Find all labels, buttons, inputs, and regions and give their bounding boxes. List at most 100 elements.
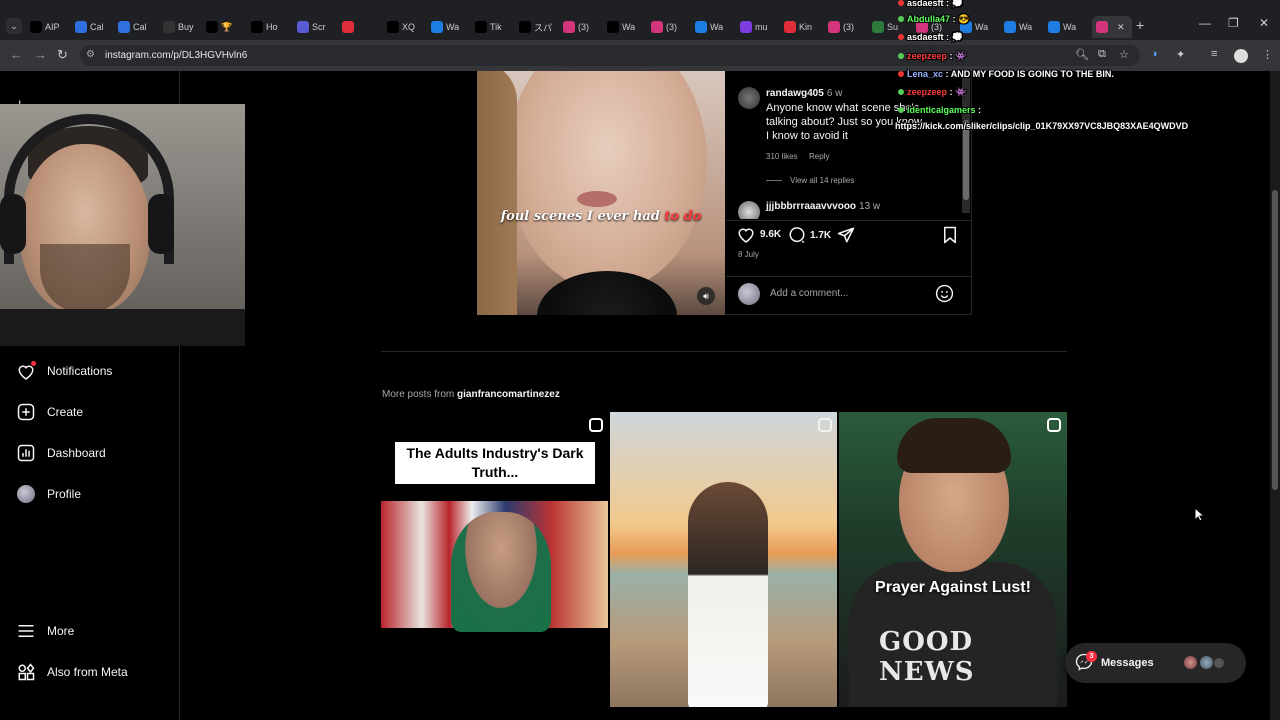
sidebar-item-label: Also from Meta <box>47 665 128 679</box>
like-count: 9.6K <box>760 229 782 240</box>
audio-icon[interactable]: 🔊︎ <box>697 287 715 305</box>
browser-tab[interactable]: Wa <box>1004 16 1032 38</box>
tab-favicon-icon <box>651 21 663 33</box>
tab-label: Kin <box>799 22 813 32</box>
browser-tab[interactable]: AIP <box>30 16 60 38</box>
chat-message: https://kick.com/sliker/clips/clip_01K79… <box>895 121 1189 131</box>
page-scroll-thumb[interactable] <box>1272 190 1278 490</box>
browser-tab-active[interactable]: ✕ <box>1092 16 1132 38</box>
chat-message: asdaesft : 💭 <box>898 0 963 9</box>
tab-favicon-icon <box>118 21 130 33</box>
tab-label: Wa <box>622 22 636 32</box>
avatar[interactable] <box>738 87 760 109</box>
browser-tab[interactable]: (3) <box>828 16 854 38</box>
emoji-icon[interactable] <box>935 284 954 308</box>
avatar[interactable] <box>738 201 760 219</box>
chat-message: zeepzeep : 👾 <box>898 87 966 98</box>
back-icon[interactable]: ← <box>10 47 23 62</box>
browser-tab[interactable] <box>342 16 357 38</box>
grid-post-2[interactable] <box>610 412 837 707</box>
minimize-icon[interactable]: — <box>1199 16 1211 30</box>
sidebar-item-label: Dashboard <box>47 446 106 460</box>
tab-favicon-icon <box>828 21 840 33</box>
grid-post-1[interactable]: The Adults Industry's Dark Truth... <box>381 412 608 707</box>
close-tab-icon[interactable]: ✕ <box>1117 22 1125 33</box>
share-button[interactable] <box>837 226 855 244</box>
tab-label: Cal <box>90 22 104 32</box>
browser-tab[interactable]: Cal <box>75 16 104 38</box>
comments-scroll-thumb[interactable] <box>963 120 969 200</box>
reload-icon[interactable]: ↻ <box>57 47 68 63</box>
browser-tab[interactable]: Cal <box>118 16 147 38</box>
browser-tab[interactable]: XQ <box>387 16 415 38</box>
new-tab-button[interactable]: + <box>1136 17 1144 33</box>
sidebar-item-dashboard[interactable]: Dashboard <box>16 443 106 463</box>
tab-label: Wa <box>1019 22 1033 32</box>
browser-tab[interactable]: (3) <box>651 16 677 38</box>
url-text[interactable]: instagram.com/p/DL3HGVHvln6 <box>105 50 247 61</box>
extension-icon[interactable]: ◗ <box>1152 48 1159 60</box>
chat-message: Abdulla47 : 😎 <box>898 14 969 25</box>
tab-label: Wa <box>1063 22 1077 32</box>
browser-tab[interactable]: 🏆 <box>206 16 232 38</box>
add-comment-input[interactable]: Add a comment... <box>770 288 848 299</box>
tab-favicon-icon <box>872 21 884 33</box>
tab-search-button[interactable]: ⌄ <box>6 18 22 34</box>
view-replies-button[interactable]: View all 14 replies <box>766 176 854 185</box>
more-posts-username[interactable]: gianfrancomartinezez <box>457 389 560 400</box>
browser-tab[interactable]: Su <box>872 16 898 38</box>
tab-label: Ho <box>266 22 278 32</box>
sidebar-item-notifications[interactable]: Notifications <box>16 361 112 381</box>
comment-username[interactable]: jjjbbbrrraaavvvooo 13 w <box>766 201 880 212</box>
like-button[interactable]: 9.6K <box>737 226 781 243</box>
avatar <box>1198 654 1215 671</box>
sidebar-item-more[interactable]: More <box>16 621 74 641</box>
heart-icon <box>738 228 754 243</box>
chart-icon <box>16 443 36 463</box>
avatar-more <box>1214 658 1224 668</box>
install-app-icon[interactable]: ⧉ <box>1098 48 1106 61</box>
tab-favicon-icon <box>784 21 796 33</box>
post-video[interactable]: foul scenes I ever had to do <box>477 71 725 315</box>
browser-tab[interactable]: Ho <box>251 16 278 38</box>
profile-avatar[interactable] <box>1234 49 1248 63</box>
chat-message: Lena_xc : AND MY FOOD IS GOING TO THE BI… <box>898 69 1114 79</box>
restore-icon[interactable]: ❐ <box>1228 16 1239 30</box>
forward-icon[interactable]: → <box>34 47 47 62</box>
tab-label: スパ <box>534 22 553 33</box>
browser-tab[interactable]: Buy <box>163 16 194 38</box>
browser-tab[interactable]: Kin <box>784 16 812 38</box>
comment-likes[interactable]: 310 likes <box>766 152 798 161</box>
close-window-icon[interactable]: ✕ <box>1259 16 1269 30</box>
browser-tab[interactable]: mu <box>740 16 768 38</box>
extensions-puzzle-icon[interactable]: ✦ <box>1176 48 1185 61</box>
zoom-icon[interactable]: 🔍︎ <box>1075 48 1089 61</box>
media-icon[interactable]: ≡ <box>1211 48 1217 60</box>
bookmark-star-icon[interactable]: ☆ <box>1119 48 1129 61</box>
save-button[interactable] <box>942 226 958 244</box>
browser-tab[interactable]: Wa <box>1048 16 1076 38</box>
browser-tab[interactable]: Wa <box>607 16 635 38</box>
sidebar-item-label: Profile <box>47 487 82 501</box>
comment-button[interactable]: 1.7K <box>788 226 831 244</box>
browser-tab[interactable]: Wa <box>431 16 459 38</box>
site-info-icon[interactable]: ⚙ <box>86 49 95 60</box>
sidebar-item-profile[interactable]: Profile <box>16 484 81 504</box>
tab-favicon-icon <box>206 21 218 33</box>
chat-message: identicalgamers : <box>898 105 981 115</box>
browser-tab[interactable]: Scr <box>297 16 326 38</box>
sidebar-item-also-from-meta[interactable]: Also from Meta <box>16 662 128 682</box>
tab-favicon-icon <box>519 21 531 33</box>
reply-button[interactable]: Reply <box>809 152 829 161</box>
comment-username[interactable]: randawg405 6 w <box>766 88 842 99</box>
tab-label: Cal <box>133 22 147 32</box>
browser-tab[interactable]: スパ <box>519 16 552 38</box>
browser-tab[interactable]: Wa <box>695 16 723 38</box>
browser-menu-icon[interactable]: ⋮ <box>1262 48 1273 61</box>
browser-tab[interactable]: Tik <box>475 16 502 38</box>
browser-tab[interactable]: (3) <box>563 16 589 38</box>
tab-label: (3) <box>666 22 677 32</box>
send-icon <box>837 227 855 243</box>
grid-post-3[interactable]: GOOD NEWS Prayer Against Lust! <box>839 412 1067 707</box>
sidebar-item-create[interactable]: Create <box>16 402 83 422</box>
